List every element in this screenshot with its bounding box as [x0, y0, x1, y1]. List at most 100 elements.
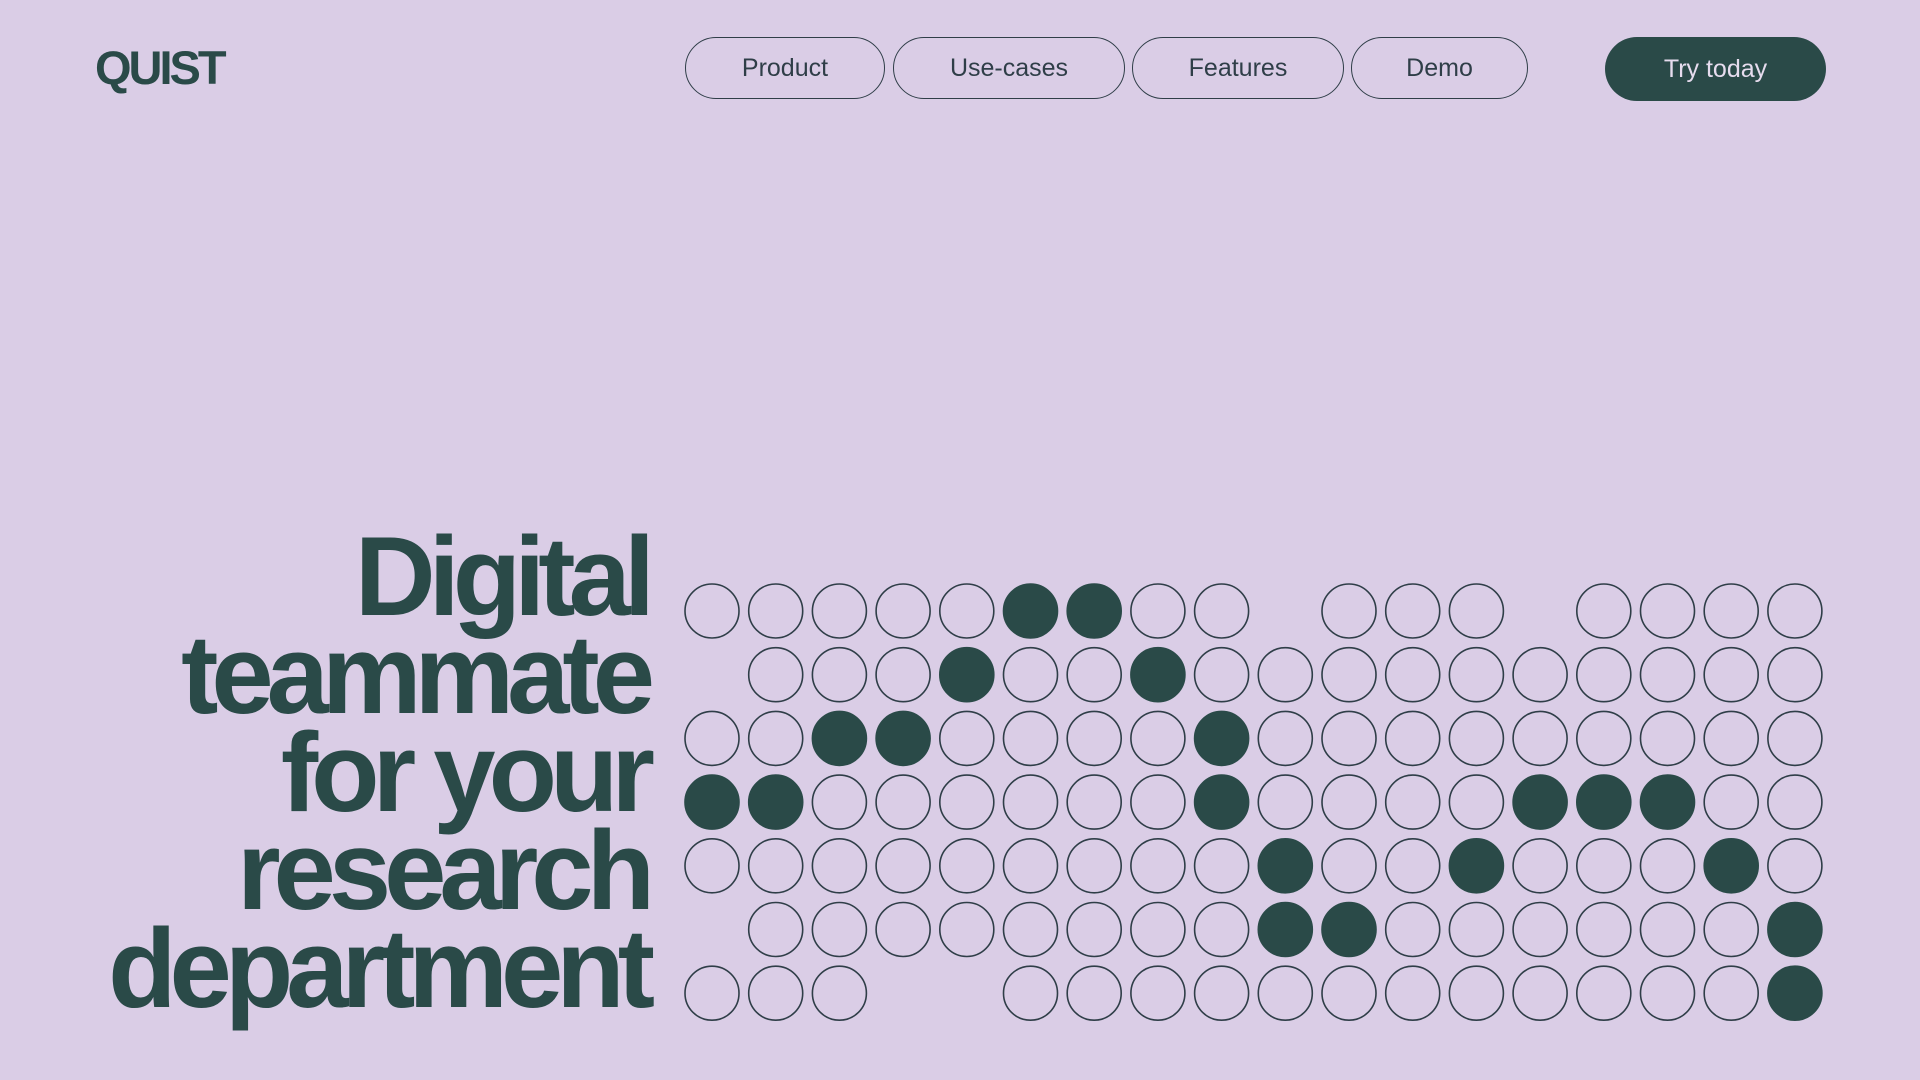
- dot-outline: [747, 901, 804, 958]
- dot-filled: [1767, 901, 1823, 958]
- dot-outline: [1703, 583, 1759, 639]
- dot-outline: [1002, 837, 1059, 894]
- nav-demo-link[interactable]: Demo: [1351, 37, 1528, 99]
- dot-outline: [1703, 710, 1759, 767]
- dot-outline: [1002, 774, 1059, 830]
- dot-outline: [1066, 837, 1122, 894]
- headline-line: department: [108, 906, 655, 1031]
- dot-outline: [811, 774, 868, 830]
- dot-outline: [1066, 774, 1122, 830]
- dot-outline: [1448, 901, 1505, 958]
- dot-outline: [747, 965, 804, 1022]
- dot-outline: [1703, 901, 1759, 958]
- dot-outline: [1257, 965, 1314, 1022]
- dot-filled: [747, 774, 804, 830]
- dot-outline: [1448, 710, 1505, 767]
- dot-outline: [1002, 965, 1059, 1022]
- dot-outline: [1066, 646, 1122, 703]
- dot-outline: [1321, 837, 1377, 894]
- dot-outline: [1576, 837, 1632, 894]
- dot-outline: [938, 710, 995, 767]
- dot-outline: [1512, 837, 1568, 894]
- dot-filled: [1639, 774, 1696, 830]
- dot-outline: [1639, 901, 1696, 958]
- dot-filled: [1193, 774, 1250, 830]
- dot-outline: [1512, 710, 1568, 767]
- dot-outline: [747, 646, 804, 703]
- dot-filled: [684, 774, 740, 830]
- dot-outline: [1321, 774, 1377, 830]
- dot-filled: [1257, 901, 1314, 958]
- dot-outline: [1576, 583, 1632, 639]
- dot-filled: [875, 710, 931, 767]
- dot-outline: [747, 837, 804, 894]
- dot-outline: [1321, 646, 1377, 703]
- dot-outline: [875, 646, 931, 703]
- dot-outline: [1130, 710, 1186, 767]
- nav-features-link[interactable]: Features: [1132, 37, 1344, 99]
- dot-filled: [1257, 837, 1314, 894]
- dot-outline: [1703, 646, 1759, 703]
- dot-outline: [1066, 901, 1122, 958]
- dot-outline: [1767, 583, 1823, 639]
- dot-outline: [1639, 965, 1696, 1022]
- dot-outline: [1576, 710, 1632, 767]
- dot-outline: [1066, 965, 1122, 1022]
- dot-outline: [938, 774, 995, 830]
- dot-outline: [1384, 965, 1441, 1022]
- dot-outline: [1193, 901, 1250, 958]
- dot-outline: [1321, 965, 1377, 1022]
- dot-filled: [1448, 837, 1505, 894]
- dot-outline: [684, 965, 740, 1022]
- dot-outline: [1002, 710, 1059, 767]
- dot-filled: [1576, 774, 1632, 830]
- dot-outline: [684, 710, 740, 767]
- dot-outline: [811, 583, 868, 639]
- dot-outline: [938, 837, 995, 894]
- dot-outline: [1321, 583, 1377, 639]
- dot-outline: [875, 901, 931, 958]
- dot-filled: [1321, 901, 1377, 958]
- dot-outline: [811, 837, 868, 894]
- dot-outline: [1639, 710, 1696, 767]
- dot-filled: [1002, 583, 1059, 639]
- dot-outline: [1512, 965, 1568, 1022]
- dot-outline: [1512, 646, 1568, 703]
- dot-outline: [1257, 774, 1314, 830]
- dot-outline: [1576, 646, 1632, 703]
- dot-filled: [1130, 646, 1186, 703]
- dot-outline: [1257, 646, 1314, 703]
- dot-outline: [1576, 965, 1632, 1022]
- dot-outline: [1193, 583, 1250, 639]
- dot-outline: [1384, 710, 1441, 767]
- dot-outline: [1321, 710, 1377, 767]
- dot-outline: [684, 583, 740, 639]
- try-today-button[interactable]: Try today: [1605, 37, 1826, 101]
- nav-use-cases-link[interactable]: Use-cases: [893, 37, 1125, 99]
- dot-outline: [811, 901, 868, 958]
- dot-outline: [1130, 774, 1186, 830]
- dot-filled: [1512, 774, 1568, 830]
- dot-outline: [1130, 901, 1186, 958]
- dot-outline: [938, 901, 995, 958]
- dot-outline: [1130, 965, 1186, 1022]
- dot-outline: [747, 583, 804, 639]
- dot-outline: [938, 583, 995, 639]
- dot-outline: [1448, 583, 1505, 639]
- dot-outline: [811, 646, 868, 703]
- dot-outline: [1767, 646, 1823, 703]
- dot-outline: [1448, 965, 1505, 1022]
- dot-outline: [1576, 901, 1632, 958]
- dot-outline: [1448, 646, 1505, 703]
- dot-outline: [1002, 901, 1059, 958]
- dot-outline: [1384, 837, 1441, 894]
- nav-product-link[interactable]: Product: [685, 37, 885, 99]
- dot-outline: [1066, 710, 1122, 767]
- dot-outline: [1257, 710, 1314, 767]
- dot-filled: [1703, 837, 1759, 894]
- dot-outline: [1193, 837, 1250, 894]
- dot-outline: [747, 710, 804, 767]
- dot-outline: [1767, 774, 1823, 830]
- dot-outline: [1639, 837, 1696, 894]
- dot-filled: [938, 646, 995, 703]
